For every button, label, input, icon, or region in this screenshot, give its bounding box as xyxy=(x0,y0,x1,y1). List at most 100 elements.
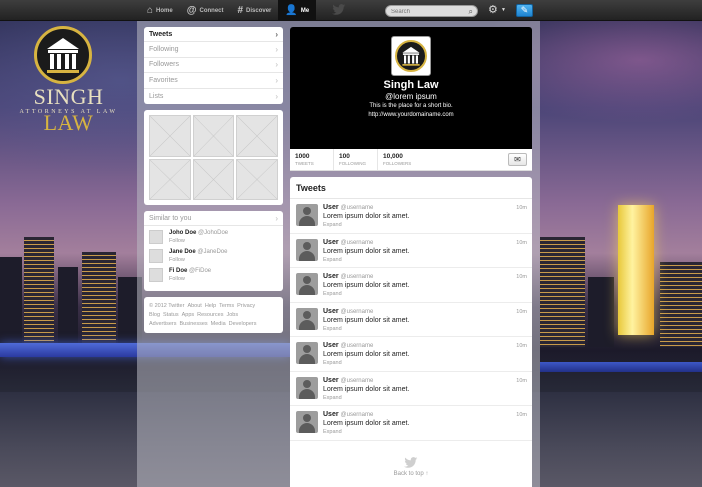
image-placeholder[interactable] xyxy=(236,115,278,157)
back-to-top-link[interactable]: Back to top ↑ xyxy=(394,471,429,477)
hash-icon: # xyxy=(237,5,244,16)
tweet-timestamp[interactable]: 10m xyxy=(516,274,527,280)
follow-link[interactable]: Follow xyxy=(169,238,185,244)
footer-link-terms[interactable]: Terms xyxy=(219,303,234,309)
avatar[interactable] xyxy=(296,307,318,330)
nav-me[interactable]: 👤 Me xyxy=(278,0,317,21)
expand-link[interactable]: Expand xyxy=(323,291,342,297)
footer-link-blog[interactable]: Blog xyxy=(149,312,160,318)
avatar[interactable] xyxy=(296,342,318,364)
tweet-author[interactable]: User @username xyxy=(323,342,373,349)
profile-stats: 1000 TWEETS 100 FOLLOWING 10,000 FOLLOWE… xyxy=(290,149,532,171)
tweet-timestamp[interactable]: 10m xyxy=(516,378,527,384)
search-icon[interactable]: ⌕ xyxy=(469,7,473,17)
tweet-item[interactable]: User @username 10m Lorem ipsum dolor sit… xyxy=(290,303,532,337)
chevron-right-icon: › xyxy=(275,45,278,55)
nav-home[interactable]: ⌂ Home xyxy=(140,0,180,21)
profile-avatar[interactable] xyxy=(391,36,431,76)
stat-value: 1000 xyxy=(295,153,310,160)
stat-followers[interactable]: 10,000 FOLLOWERS xyxy=(378,149,438,170)
follow-link[interactable]: Follow xyxy=(169,276,185,282)
suggested-user-name[interactable]: Jane Doe @JaneDoe xyxy=(169,249,227,255)
avatar[interactable] xyxy=(149,249,163,263)
user-handle: @username xyxy=(340,239,374,246)
similar-header[interactable]: Similar to you › xyxy=(144,211,283,226)
footer-link-advertisers[interactable]: Advertisers xyxy=(149,321,177,327)
menu-item-followers[interactable]: Followers › xyxy=(144,58,283,74)
stat-tweets[interactable]: 1000 TWEETS xyxy=(290,149,334,170)
menu-item-lists[interactable]: Lists › xyxy=(144,89,283,104)
profile-url[interactable]: http://www.yourdomainame.com xyxy=(290,112,532,118)
footer-link-status[interactable]: Status xyxy=(163,312,179,318)
user-handle: @username xyxy=(340,308,374,315)
expand-link[interactable]: Expand xyxy=(323,222,342,228)
tweet-timestamp[interactable]: 10m xyxy=(516,412,527,418)
tweet-timestamp[interactable]: 10m xyxy=(516,343,527,349)
stat-following[interactable]: 100 FOLLOWING xyxy=(334,149,378,170)
footer-link-media[interactable]: Media xyxy=(211,321,226,327)
tweet-timestamp[interactable]: 10m xyxy=(516,240,527,246)
user-handle: @username xyxy=(340,205,374,211)
tweet-item[interactable]: User @username 10m Lorem ipsum dolor sit… xyxy=(290,337,532,372)
tweet-author[interactable]: User @username xyxy=(323,204,373,211)
footer-link-privacy[interactable]: Privacy xyxy=(237,303,255,309)
tweet-author[interactable]: User @username xyxy=(323,273,373,280)
image-placeholder[interactable] xyxy=(192,158,235,200)
tweet-author[interactable]: User @username xyxy=(323,411,373,418)
message-button[interactable]: ✉ xyxy=(508,153,527,166)
menu-item-favorites[interactable]: Favorites › xyxy=(144,73,283,89)
gear-icon[interactable]: ⚙ xyxy=(488,3,498,16)
expand-link[interactable]: Expand xyxy=(323,395,342,401)
expand-link[interactable]: Expand xyxy=(323,429,342,435)
footer-link-about[interactable]: About xyxy=(187,303,201,309)
suggested-user-name[interactable]: Fi Doe @FiDoe xyxy=(169,268,211,274)
user-handle: @JaneDoe xyxy=(197,249,228,255)
follow-link[interactable]: Follow xyxy=(169,257,185,263)
avatar[interactable] xyxy=(149,230,163,244)
avatar[interactable] xyxy=(296,273,318,295)
tweet-timestamp[interactable]: 10m xyxy=(516,309,527,315)
twitter-bird-icon[interactable] xyxy=(332,4,346,16)
footer-link-help[interactable]: Help xyxy=(205,303,216,309)
avatar[interactable] xyxy=(296,411,318,433)
avatar[interactable] xyxy=(296,238,318,261)
caret-down-icon[interactable]: ▼ xyxy=(501,7,506,13)
suggested-user-name[interactable]: Joho Doe @JohoDoe xyxy=(169,230,228,236)
nav-discover[interactable]: # Discover xyxy=(230,0,278,21)
tweet-item[interactable]: User @username 10m Lorem ipsum dolor sit… xyxy=(290,199,532,234)
image-placeholder[interactable] xyxy=(192,115,235,157)
search-input[interactable] xyxy=(391,7,466,16)
avatar[interactable] xyxy=(296,376,318,399)
footer-links: © 2012 Twitter About Help Terms Privacy Blog… xyxy=(144,297,283,333)
image-placeholder[interactable] xyxy=(236,158,278,200)
menu-item-tweets[interactable]: Tweets › xyxy=(144,27,283,43)
tweet-item[interactable]: User @username 10m Lorem ipsum dolor sit… xyxy=(290,268,532,303)
tweet-timestamp[interactable]: 10m xyxy=(516,205,527,211)
expand-link[interactable]: Expand xyxy=(323,326,342,332)
image-placeholder[interactable] xyxy=(149,115,191,157)
gallery-grid xyxy=(149,115,278,200)
footer-link-developers[interactable]: Developers xyxy=(229,321,257,327)
footer-link-resources[interactable]: Resources xyxy=(197,312,223,318)
tweet-author[interactable]: User @username xyxy=(323,308,373,315)
tweet-author[interactable]: User @username xyxy=(323,377,373,384)
expand-link[interactable]: Expand xyxy=(323,360,342,366)
user-name: User xyxy=(323,307,339,315)
expand-link[interactable]: Expand xyxy=(323,257,342,263)
footer-link-apps[interactable]: Apps xyxy=(182,312,195,318)
menu-item-following[interactable]: Following › xyxy=(144,42,283,58)
profile-header-card: Singh Law @lorem ipsum This is the place… xyxy=(290,27,532,149)
nav-connect[interactable]: @ Connect xyxy=(180,0,231,21)
image-placeholder[interactable] xyxy=(149,158,191,200)
tweet-author[interactable]: User @username xyxy=(323,239,373,246)
footer-link-jobs[interactable]: Jobs xyxy=(226,312,238,318)
tweet-item[interactable]: User @username 10m Lorem ipsum dolor sit… xyxy=(290,372,532,406)
avatar[interactable] xyxy=(296,204,318,226)
tweet-text: Lorem ipsum dolor sit amet. xyxy=(323,247,410,255)
compose-tweet-button[interactable]: ✎ xyxy=(516,4,533,17)
tweet-item[interactable]: User @username 10m Lorem ipsum dolor sit… xyxy=(290,406,532,441)
tweet-item[interactable]: User @username 10m Lorem ipsum dolor sit… xyxy=(290,234,532,268)
footer-link-businesses[interactable]: Businesses xyxy=(180,321,208,327)
compose-icon: ✎ xyxy=(520,5,529,15)
avatar[interactable] xyxy=(149,268,163,282)
